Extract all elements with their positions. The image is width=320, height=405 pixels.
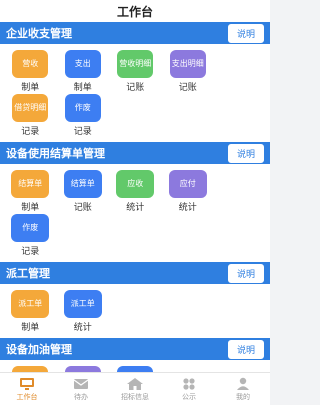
section-settlement: 设备使用结算单管理 说明 结算单 制单 结算单 记账 应收 统计 应付 统计 作… — [0, 142, 270, 262]
grid-icon — [183, 377, 195, 390]
nav-label: 招标信息 — [121, 392, 149, 401]
user-icon — [237, 377, 249, 390]
tile-caption: 记账 — [126, 83, 145, 93]
tile-void[interactable]: 作废 记录 — [57, 94, 110, 137]
explain-button[interactable]: 说明 — [227, 263, 264, 283]
nav-workbench[interactable]: 工作台 — [0, 373, 54, 405]
section-title: 设备加油管理 — [6, 343, 72, 356]
tile-icon: 借贷明细 — [12, 94, 49, 122]
tile-settlement-book[interactable]: 结算单 记账 — [57, 170, 110, 213]
tile-caption: 统计 — [126, 203, 145, 213]
tile-icon: 应付 — [168, 170, 207, 198]
nav-publicity[interactable]: 公示 — [162, 373, 216, 405]
tile-caption: 记录 — [73, 127, 92, 137]
app-header: 工作台 — [0, 0, 270, 22]
section-header: 派工管理 说明 — [0, 262, 270, 284]
home-icon — [127, 377, 143, 390]
tile-caption: 记录 — [21, 127, 40, 137]
tile-caption: 记账 — [178, 83, 197, 93]
tile-caption: 制单 — [21, 83, 40, 93]
section-title: 企业收支管理 — [6, 27, 72, 40]
section-refuel: 设备加油管理 说明 加油 加油 加油 — [0, 338, 270, 372]
tile-icon: 作废 — [64, 94, 101, 122]
tile-expense-make[interactable]: 支出 制单 — [57, 50, 110, 93]
bottom-nav: 工作台 待办 招标信息 公示 我的 — [0, 372, 270, 405]
tile-icon: 结算单 — [63, 170, 102, 198]
section-title: 设备使用结算单管理 — [6, 147, 105, 160]
tile-caption: 制单 — [21, 203, 40, 213]
tile-settlement-make[interactable]: 结算单 制单 — [4, 170, 57, 213]
tile-icon: 应收 — [116, 170, 155, 198]
nav-label: 我的 — [236, 392, 250, 401]
tile-caption: 统计 — [73, 323, 92, 333]
nav-bidding[interactable]: 招标信息 — [108, 373, 162, 405]
tile-icon: 支出 — [64, 50, 101, 78]
mail-icon — [73, 378, 89, 389]
explain-button[interactable]: 说明 — [227, 23, 264, 43]
page-title: 工作台 — [116, 4, 153, 19]
explain-button[interactable]: 说明 — [227, 143, 264, 163]
tile-expense-detail[interactable]: 支出明细 记账 — [162, 50, 215, 93]
nav-todo[interactable]: 待办 — [54, 373, 108, 405]
workbench-icon — [20, 377, 34, 390]
section-income-expense: 企业收支管理 说明 营收 制单 支出 制单 营收明细 记账 支出明细 记账 借贷… — [0, 22, 270, 142]
tile-caption: 记录 — [21, 247, 40, 257]
tile-income-make[interactable]: 营收 制单 — [4, 50, 57, 93]
tile-icon: 派工单 — [11, 290, 50, 318]
section-title: 派工管理 — [6, 267, 50, 280]
nav-label: 公示 — [182, 392, 196, 401]
workbench-content: 企业收支管理 说明 营收 制单 支出 制单 营收明细 记账 支出明细 记账 借贷… — [0, 22, 270, 372]
tile-income-detail[interactable]: 营收明细 记账 — [109, 50, 162, 93]
nav-label: 工作台 — [16, 392, 38, 401]
tile-icon: 作废 — [11, 214, 50, 242]
tile-caption: 制单 — [21, 323, 40, 333]
section-header: 设备使用结算单管理 说明 — [0, 142, 270, 164]
nav-mine[interactable]: 我的 — [216, 373, 270, 405]
tile-loan-detail[interactable]: 借贷明细 记录 — [4, 94, 57, 137]
tile-caption: 统计 — [178, 203, 197, 213]
tile-icon: 营收明细 — [117, 50, 154, 78]
explain-button[interactable]: 说明 — [227, 339, 264, 359]
tile-caption: 记账 — [73, 203, 92, 213]
tile-dispatch-stat[interactable]: 派工单 统计 — [57, 290, 110, 333]
tile-receivable[interactable]: 应收 统计 — [109, 170, 162, 213]
tile-icon: 派工单 — [63, 290, 102, 318]
section-header: 企业收支管理 说明 — [0, 22, 270, 44]
tile-icon: 结算单 — [11, 170, 50, 198]
tile-icon: 支出明细 — [169, 50, 206, 78]
tile-icon: 营收 — [12, 50, 49, 78]
tile-dispatch-make[interactable]: 派工单 制单 — [4, 290, 57, 333]
section-header: 设备加油管理 说明 — [0, 338, 270, 360]
nav-label: 待办 — [74, 392, 88, 401]
tile-settlement-void[interactable]: 作废 记录 — [4, 214, 57, 257]
tile-caption: 制单 — [73, 83, 92, 93]
tile-payable[interactable]: 应付 统计 — [162, 170, 215, 213]
section-dispatch: 派工管理 说明 派工单 制单 派工单 统计 — [0, 262, 270, 338]
